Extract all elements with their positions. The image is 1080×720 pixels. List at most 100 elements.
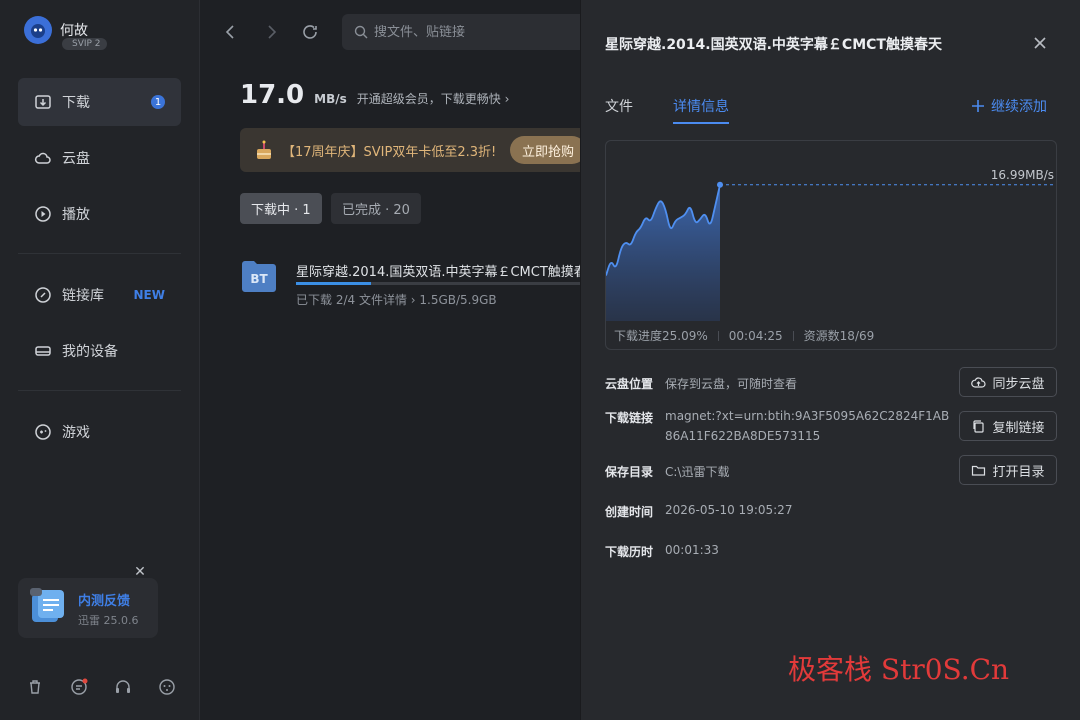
footer-separator (792, 330, 794, 341)
avatar[interactable] (24, 16, 52, 44)
feedback-card[interactable]: 内测反馈 迅雷 25.0.6 (18, 578, 158, 638)
task-progress-fill (296, 282, 372, 285)
user-name: 何故 (60, 23, 88, 39)
download-speed-value: 17.0 (240, 80, 305, 110)
search-icon (354, 25, 368, 39)
add-more-label: 继续添加 (991, 99, 1047, 115)
sidebar-item-label: 链接库 (62, 288, 104, 304)
sidebar-item-devices[interactable]: 我的设备 (18, 327, 181, 375)
folder-icon (972, 465, 986, 476)
open-dir-button[interactable]: 打开目录 (959, 455, 1057, 485)
promo-text: 【17周年庆】SVIP双年卡低至2.3折! (282, 144, 497, 160)
forward-icon[interactable] (262, 23, 280, 41)
sidebar: 何故 SVIP 2 下载 1 云盘 播放 链接库 NEW 我的设备 游戏 ✕ 内 (0, 0, 200, 720)
feedback-version: 迅雷 25.0.6 (78, 614, 139, 627)
sidebar-item-label: 云盘 (62, 151, 90, 167)
speed-chart: 16.99MB/s 下载进度25.09% 00:04:25 资源数18/69 (605, 140, 1057, 350)
task-meta: 已下载 2/4 文件详情 › 1.5GB/5.9GB (296, 293, 497, 307)
svip-badge: SVIP 2 (62, 38, 107, 50)
tab-downloading[interactable]: 下载中 · 1 (240, 193, 322, 224)
promo-banner[interactable]: 【17周年庆】SVIP双年卡低至2.3折! 立即抢购 (240, 128, 580, 172)
sidebar-divider (18, 253, 181, 254)
copy-link-label: 复制链接 (992, 420, 1045, 436)
sidebar-item-download[interactable]: 下载 1 (18, 78, 181, 126)
link-icon (35, 287, 51, 303)
close-icon[interactable] (1031, 34, 1049, 52)
vip-promo-link[interactable]: 开通超级会员，下载更畅快 › (357, 90, 510, 107)
topbar (200, 14, 580, 50)
task-title: 星际穿越.2014.国英双语.中英字幕￡CMCT触摸春天 (296, 265, 580, 280)
sidebar-item-label: 我的设备 (62, 344, 118, 360)
plus-icon (972, 100, 984, 112)
sidebar-item-label: 游戏 (62, 425, 90, 441)
headset-icon[interactable] (114, 678, 132, 696)
sidebar-item-label: 播放 (62, 207, 90, 223)
bt-label: BT (250, 272, 268, 286)
source-count: 资源数18/69 (803, 329, 875, 343)
user-profile[interactable]: 何故 SVIP 2 (24, 16, 107, 50)
created-time-value: 2026-05-10 19:05:27 (665, 503, 793, 517)
buy-now-button[interactable]: 立即抢购 (510, 136, 580, 164)
chart-current-speed: 16.99MB/s (990, 168, 1054, 182)
play-icon (35, 206, 51, 222)
search-box[interactable] (342, 14, 580, 50)
watermark: 极客栈 Str0S.Cn (788, 653, 1010, 686)
new-tag: NEW (133, 288, 165, 302)
copy-link-button[interactable]: 复制链接 (959, 411, 1057, 441)
task-progress-bar (296, 282, 580, 285)
download-icon (35, 95, 51, 109)
open-dir-label: 打开目录 (992, 464, 1045, 480)
save-dir-value: C:\迅雷下载 (665, 465, 730, 479)
message-icon[interactable] (70, 678, 88, 696)
sidebar-bottom-toolbar (26, 678, 176, 696)
tab-completed[interactable]: 已完成 · 20 (331, 193, 421, 224)
footer-separator (717, 330, 719, 341)
download-link-label: 下载链接 (605, 411, 654, 425)
refresh-icon[interactable] (301, 23, 319, 41)
sync-cloud-label: 同步云盘 (992, 376, 1045, 392)
sync-cloud-button[interactable]: 同步云盘 (959, 367, 1057, 397)
panel-title: 星际穿越.2014.国英双语.中英字幕￡CMCT触摸春天 (605, 37, 942, 53)
tab-details[interactable]: 详情信息 (673, 96, 729, 124)
speed-row: 17.0 MB/s 开通超级会员，下载更畅快 › (240, 80, 509, 110)
feedback-title: 内测反馈 (78, 594, 131, 609)
elapsed-time: 00:04:25 (728, 328, 783, 343)
detail-panel: 星际穿越.2014.国英双语.中英字幕￡CMCT触摸春天 文件 详情信息 继续添… (580, 0, 1080, 720)
trash-icon[interactable] (26, 678, 44, 696)
skin-icon[interactable] (158, 678, 176, 696)
sidebar-item-label: 下载 (62, 95, 90, 111)
search-input[interactable] (374, 24, 574, 40)
game-icon (35, 424, 51, 440)
sidebar-item-link-library[interactable]: 链接库 NEW (18, 271, 181, 319)
back-icon[interactable] (222, 23, 240, 41)
duration-value: 00:01:33 (665, 543, 719, 557)
cloud-location-value: 保存到云盘，可随时查看 (665, 377, 798, 391)
cloud-icon (34, 152, 51, 164)
copy-icon (973, 419, 985, 433)
magnet-link-value: magnet:?xt=urn:btih:9A3F5095A62C2824F1AB… (665, 409, 950, 443)
add-more-button[interactable]: 继续添加 (971, 96, 1047, 116)
current-speed-point (717, 181, 723, 188)
download-progress: 下载进度25.09% (614, 329, 708, 343)
cloud-upload-icon (971, 376, 987, 388)
created-time-label: 创建时间 (605, 505, 654, 519)
main-content: 17.0 MB/s 开通超级会员，下载更畅快 › 【17周年庆】SVIP双年卡低… (200, 0, 580, 720)
bt-folder-icon: BT (242, 261, 276, 292)
download-count-badge: 1 (151, 95, 165, 109)
sidebar-divider (18, 390, 181, 391)
cake-icon (257, 140, 271, 159)
chart-footer: 下载进度25.09% 00:04:25 资源数18/69 (614, 327, 874, 344)
feedback-icon (30, 588, 64, 622)
download-speed-unit: MB/s (314, 92, 347, 106)
device-icon (35, 346, 51, 356)
cloud-location-label: 云盘位置 (605, 377, 654, 391)
duration-label: 下载历时 (605, 545, 654, 559)
sidebar-item-cloud[interactable]: 云盘 (18, 134, 181, 182)
tab-files[interactable]: 文件 (605, 96, 633, 124)
sidebar-item-play[interactable]: 播放 (18, 190, 181, 238)
save-dir-label: 保存目录 (605, 465, 654, 479)
speed-chart-svg (606, 181, 1056, 321)
feedback-close-icon[interactable]: ✕ (133, 565, 147, 579)
sidebar-item-games[interactable]: 游戏 (18, 408, 181, 456)
task-row[interactable]: BT 星际穿越.2014.国英双语.中英字幕￡CMCT触摸春天 已下载 2/4 … (240, 255, 580, 315)
